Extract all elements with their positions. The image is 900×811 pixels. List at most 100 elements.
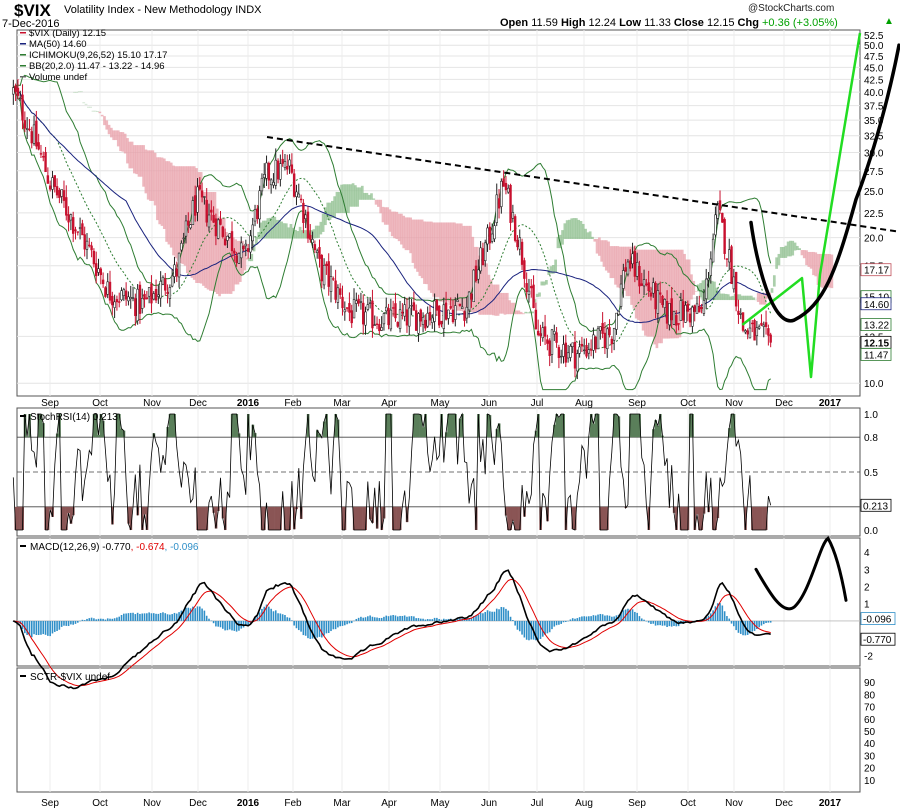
stoch-oversold-fill [200, 506, 204, 530]
cloud-segment [777, 253, 781, 266]
price-value-tag: 14.60 [864, 300, 889, 311]
price-value-tag: 13.22 [864, 321, 889, 332]
x-tick-label-bottom: May [431, 798, 450, 809]
cloud-segment [112, 130, 116, 141]
stoch-oversold-fill [67, 506, 71, 514]
candle-body [76, 231, 79, 233]
macd-histogram-bar [721, 605, 724, 621]
candle-body [463, 311, 466, 321]
candle-body [173, 264, 176, 277]
macd-histogram-bar [284, 615, 286, 621]
candle-body [599, 326, 602, 331]
macd-histogram-bar [760, 620, 763, 626]
x-tick-label: 2016 [237, 398, 260, 409]
candle-body [170, 275, 174, 287]
candle-body [589, 349, 593, 351]
candle-body [608, 327, 611, 336]
candle-body [435, 299, 439, 311]
macd-histogram-bar [571, 618, 574, 621]
macd-histogram-bar [40, 620, 42, 635]
cloud-segment [726, 294, 730, 301]
macd-histogram-bar [88, 618, 91, 621]
candle-body [240, 242, 243, 259]
macd-histogram-bar [215, 620, 217, 627]
candle-body [118, 301, 121, 303]
candle-body [767, 328, 770, 336]
macd-histogram-bar [567, 620, 569, 622]
chart-canvas: 10.012.515.017.520.022.525.027.530.032.5… [12, 28, 900, 809]
candle-body [315, 250, 319, 253]
candle-body [217, 219, 220, 239]
cloud-segment [406, 217, 410, 251]
cloud-segment [139, 145, 143, 177]
macd-histogram-bar [341, 620, 344, 626]
macd-histogram-bar [482, 613, 484, 621]
cloud-segment [809, 251, 813, 269]
price-tick-label: 10.0 [864, 379, 884, 390]
candle-body [214, 218, 218, 237]
cloud-segment [453, 222, 456, 309]
macd-histogram-bar [159, 612, 162, 621]
stochrsi-legend: StochRSI(14) 0.213 [30, 412, 118, 423]
macd-histogram-bar [429, 619, 431, 621]
cloud-segment [545, 280, 548, 285]
macd-histogram-bar [666, 620, 668, 627]
macd-histogram-bar [422, 618, 424, 621]
candle-body [104, 287, 107, 297]
macd-histogram-bar [67, 620, 70, 627]
candle-body [339, 288, 342, 295]
price-legend-entry: MA(50) 14.60 [29, 39, 87, 50]
macd-histogram-bar [300, 620, 302, 632]
candle-body [279, 163, 282, 180]
macd-histogram-bar [654, 620, 657, 626]
cloud-segment [784, 245, 788, 258]
macd-histogram-bar [581, 616, 583, 621]
candle-body [539, 333, 542, 337]
candle-body [691, 306, 694, 327]
macd-histogram-bar [369, 615, 371, 621]
cloud-segment [740, 295, 744, 301]
candle-body [394, 303, 397, 319]
candle-body [718, 200, 722, 211]
candle-body [675, 315, 678, 326]
macd-histogram-bar [334, 620, 337, 630]
candle-body [276, 160, 280, 180]
candle-body [751, 322, 754, 325]
macd-histogram-bar [344, 620, 346, 626]
candle-body [576, 353, 579, 372]
price-legend-entry: Volume undef [29, 72, 87, 83]
candle-body [389, 309, 393, 330]
stoch-overbought-fill [451, 414, 455, 438]
candle-body [295, 191, 298, 198]
cloud-segment [738, 294, 742, 301]
candle-body [583, 349, 586, 352]
candle-body [106, 281, 109, 295]
candle-body [530, 286, 533, 289]
candle-body [762, 324, 765, 327]
candle-body [640, 283, 643, 286]
candle-body [725, 258, 729, 260]
price-value-tag: 12.15 [864, 338, 889, 349]
candle-body [322, 264, 326, 286]
macd-histogram-bar [194, 608, 196, 621]
candle-body [320, 254, 323, 282]
macd-histogram-bar [281, 614, 284, 621]
macd-histogram-bar [325, 620, 328, 634]
macd-histogram-bar [413, 616, 415, 621]
stoch-overbought-fill [25, 436, 29, 438]
macd-histogram-bar [155, 613, 157, 621]
cloud-segment [123, 133, 127, 154]
cloud-segment [526, 312, 530, 314]
cloud-segment [600, 240, 604, 262]
candle-body [288, 159, 291, 167]
macd-histogram-bar [585, 616, 588, 621]
macd-histogram-bar [44, 620, 47, 635]
macd-histogram-bar [63, 620, 65, 626]
candle-body [654, 282, 657, 310]
macd-histogram-bar [332, 620, 335, 630]
candle-body [426, 312, 429, 327]
candle-body [431, 317, 434, 323]
macd-histogram-bar [81, 619, 84, 621]
cloud-segment [294, 229, 297, 239]
candle-body [283, 161, 287, 168]
